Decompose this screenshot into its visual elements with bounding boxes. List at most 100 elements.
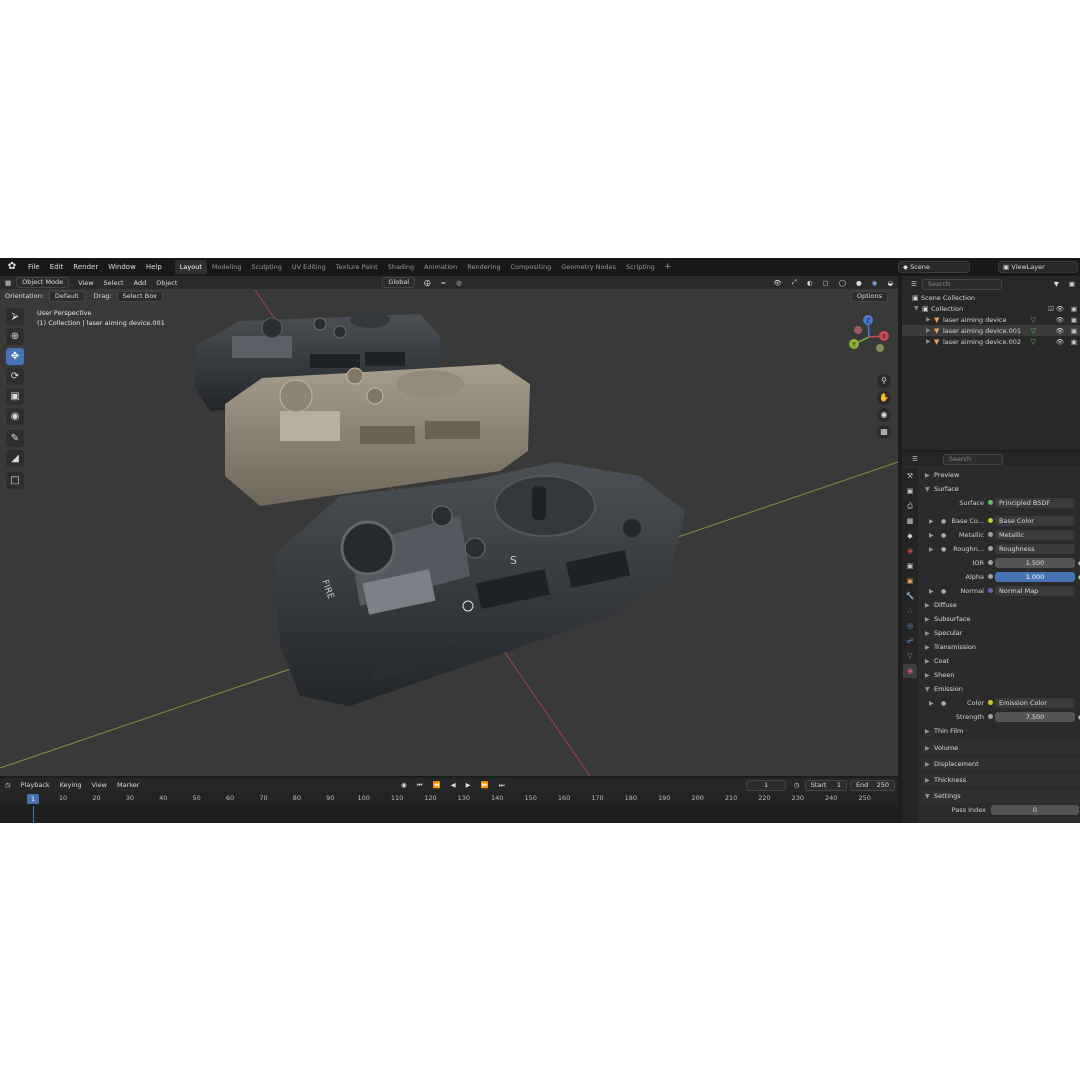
section-thin-film[interactable]: ▶ Thin Film: [921, 724, 1080, 738]
laser-device-front[interactable]: FIRE S: [275, 462, 685, 706]
play-reverse-icon[interactable]: ◀: [446, 781, 461, 789]
gizmo-toggle-icon[interactable]: ⤢: [787, 278, 802, 287]
new-collection-icon[interactable]: ▣: [1064, 280, 1080, 288]
physics-tab-icon[interactable]: ◎: [903, 619, 917, 633]
timeline-ruler[interactable]: 1 10 20 30 40 50 60 70 80 90 100 110 120 130 140 150 16…: [0, 794, 898, 806]
outliner-search[interactable]: Search: [921, 278, 1002, 290]
viewport-menu-add[interactable]: Add: [129, 279, 152, 287]
collection-render-icon[interactable]: ▣: [1071, 305, 1077, 313]
xray-icon[interactable]: ▢: [818, 279, 834, 287]
object-render-icon[interactable]: ▣: [1071, 338, 1077, 346]
tab-uv-editing[interactable]: UV Editing: [287, 260, 331, 274]
editor-type-icon[interactable]: ▦: [0, 279, 16, 287]
visibility-icon[interactable]: 👁: [768, 279, 786, 287]
section-subsurface[interactable]: ▶ Subsurface: [921, 612, 1080, 626]
timeline-menu-playback[interactable]: Playback: [16, 781, 55, 789]
tool-tab-icon[interactable]: ⚒: [903, 469, 917, 483]
tab-modeling[interactable]: Modeling: [207, 260, 247, 274]
scene-tab-icon[interactable]: ◆: [903, 529, 917, 543]
overlay-toggle-icon[interactable]: ◐: [802, 279, 818, 287]
shading-material-icon[interactable]: ◉: [867, 279, 883, 287]
3d-viewport[interactable]: FIRE S ▦ Object Mode View Select Add Obj…: [0, 276, 898, 776]
tab-scripting[interactable]: Scripting: [621, 260, 660, 274]
mode-selector[interactable]: Object Mode: [16, 277, 70, 288]
outliner-collection[interactable]: ▼ ▣ Collection ☑ 👁 ▣: [902, 303, 1080, 314]
collection-checkbox[interactable]: ☑: [1048, 305, 1054, 313]
section-surface[interactable]: ▼ Surface: [921, 482, 1080, 496]
tab-sculpting[interactable]: Sculpting: [246, 260, 286, 274]
expand-collection-icon[interactable]: ▼: [914, 305, 922, 312]
view-layer-tab-icon[interactable]: ▩: [903, 514, 917, 528]
collection-visibility-icon[interactable]: 👁: [1056, 305, 1064, 313]
expand-icon[interactable]: ▶: [929, 532, 934, 539]
expand-object-icon[interactable]: ▶: [926, 327, 934, 334]
expand-icon[interactable]: ▶: [929, 546, 934, 553]
scene-selector[interactable]: ◆ Scene: [898, 261, 970, 273]
timeline-track[interactable]: [0, 806, 898, 823]
viewport-menu-view[interactable]: View: [73, 279, 98, 287]
normal-link[interactable]: Normal Map: [995, 586, 1075, 596]
options-button[interactable]: Options: [850, 291, 888, 302]
expand-icon[interactable]: ▶: [929, 518, 934, 525]
expand-icon[interactable]: ▶: [929, 588, 934, 595]
object-visibility-icon[interactable]: 👁: [1056, 338, 1064, 346]
start-frame-field[interactable]: Start 1: [804, 779, 847, 791]
transform-orientation-dropdown[interactable]: Global: [382, 277, 416, 288]
transform-tool-icon[interactable]: ◉: [6, 408, 24, 425]
object-visibility-icon[interactable]: 👁: [1056, 316, 1064, 324]
end-frame-field[interactable]: End 250: [849, 779, 895, 791]
proportional-edit-icon[interactable]: ◎: [451, 279, 467, 287]
object-visibility-icon[interactable]: 👁: [1056, 327, 1064, 335]
timeline-menu-marker[interactable]: Marker: [112, 781, 144, 789]
alpha-slider[interactable]: 1.000: [995, 572, 1075, 582]
jump-start-icon[interactable]: ⏮: [412, 781, 428, 790]
filter-icon[interactable]: ▼: [1049, 280, 1064, 288]
tab-layout[interactable]: Layout: [174, 260, 207, 274]
pivot-icon[interactable]: ⨁: [419, 279, 436, 287]
play-icon[interactable]: ▶: [461, 781, 476, 789]
particles-tab-icon[interactable]: ∴: [903, 604, 917, 618]
menu-window[interactable]: Window: [103, 263, 141, 271]
section-diffuse[interactable]: ▶ Diffuse: [921, 598, 1080, 612]
section-volume[interactable]: ▶ Volume: [921, 741, 1080, 755]
shading-rendered-icon[interactable]: ◒: [882, 279, 898, 287]
tab-rendering[interactable]: Rendering: [462, 260, 505, 274]
move-tool-icon[interactable]: ✥: [6, 348, 24, 365]
section-settings[interactable]: ▼ Settings: [921, 789, 1080, 803]
modifier-tab-icon[interactable]: 🔧: [903, 589, 917, 603]
drag-dropdown[interactable]: Select Box: [116, 290, 163, 302]
auto-keying-icon[interactable]: ◉: [396, 781, 412, 789]
section-displacement[interactable]: ▶ Displacement: [921, 757, 1080, 771]
jump-keyframe-back-icon[interactable]: ⏪: [428, 781, 446, 789]
menu-help[interactable]: Help: [141, 263, 167, 271]
expand-object-icon[interactable]: ▶: [926, 338, 934, 345]
perspective-grid-icon[interactable]: ▦: [877, 425, 891, 439]
surface-shader-dropdown[interactable]: Principled BSDF: [995, 498, 1075, 508]
section-transmission[interactable]: ▶ Transmission: [921, 640, 1080, 654]
object-tab-icon[interactable]: ▣: [903, 574, 917, 588]
data-tab-icon[interactable]: ▽: [903, 649, 917, 663]
navigation-gizmo[interactable]: X Y Z: [844, 312, 894, 362]
annotate-tool-icon[interactable]: ✎: [6, 430, 24, 447]
material-tab-icon[interactable]: ◉: [903, 664, 917, 678]
orientation-dropdown[interactable]: Default: [48, 290, 85, 302]
outliner-object-row[interactable]: ▶ ▼ laser aiming device.001 ▽ 👁 ▣: [902, 325, 1080, 336]
render-tab-icon[interactable]: ▣: [903, 484, 917, 498]
properties-editor-icon[interactable]: ☰: [907, 455, 923, 463]
shading-wireframe-icon[interactable]: ◯: [834, 279, 851, 287]
preview-range-icon[interactable]: ◷: [789, 781, 805, 789]
add-cube-tool-icon[interactable]: □: [6, 472, 24, 489]
tab-compositing[interactable]: Compositing: [505, 260, 556, 274]
expand-icon[interactable]: ▶: [929, 700, 934, 707]
base-color-link[interactable]: Base Color: [995, 516, 1075, 526]
shading-solid-icon[interactable]: ●: [851, 279, 867, 287]
section-sheen[interactable]: ▶ Sheen: [921, 668, 1080, 682]
emission-strength-field[interactable]: 7.500: [995, 712, 1075, 722]
add-workspace-icon[interactable]: +: [660, 262, 676, 272]
select-box-tool-icon[interactable]: ⮚: [6, 308, 24, 325]
current-frame-marker[interactable]: 1: [27, 794, 39, 804]
zoom-icon[interactable]: ⚲: [877, 374, 891, 388]
roughness-link[interactable]: Roughness: [995, 544, 1075, 554]
tab-animation[interactable]: Animation: [419, 260, 462, 274]
jump-keyframe-forward-icon[interactable]: ⏩: [476, 781, 494, 789]
